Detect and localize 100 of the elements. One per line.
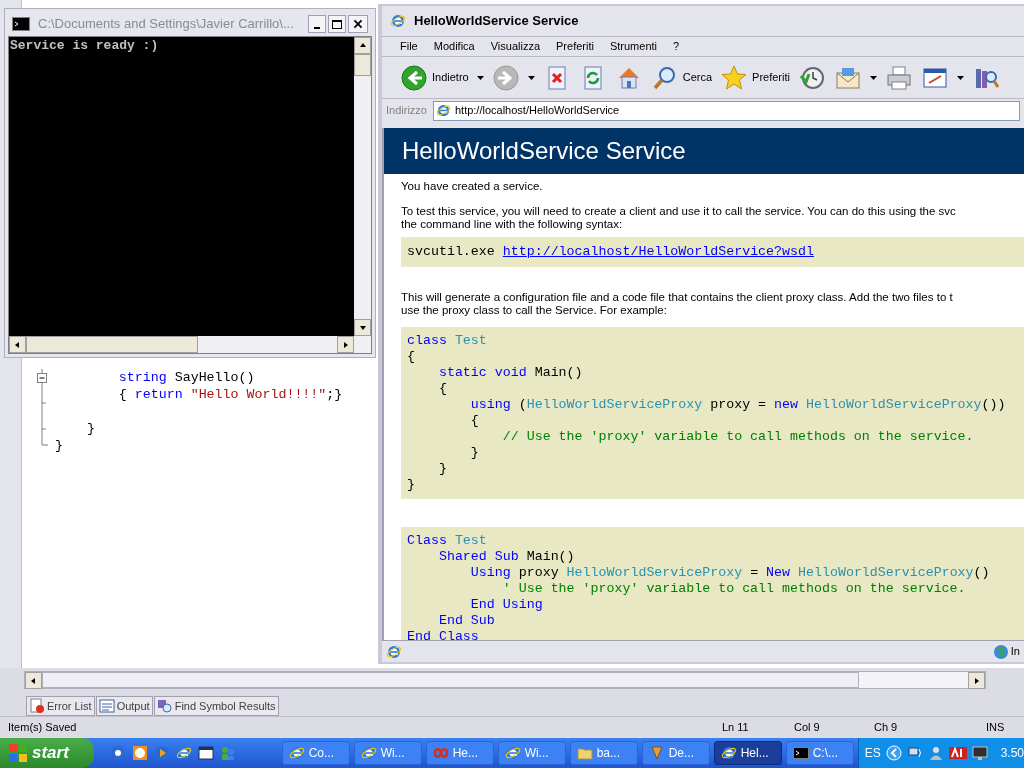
taskbar-button[interactable]: Wi... — [353, 741, 422, 765]
code-line: } — [437, 461, 447, 477]
code-line: using (HelloWorldServiceProxy proxy = new HelloWorldServiceProxy()) — [469, 397, 1006, 413]
toolbar-button[interactable]: Preferiti — [720, 63, 790, 92]
browser-icon — [386, 643, 402, 660]
taskbar-button[interactable]: He... — [425, 741, 494, 765]
wsdl-link[interactable]: http://localhost/HelloWorldService?wsdl — [502, 242, 814, 262]
app-icon[interactable] — [109, 745, 126, 761]
caret-icon[interactable] — [476, 75, 484, 80]
maximize-button[interactable] — [328, 15, 346, 33]
code-line: } — [85, 420, 95, 437]
scroll-thumb[interactable] — [42, 672, 859, 688]
monitor-icon[interactable] — [971, 745, 988, 761]
scroll-thumb[interactable] — [26, 336, 198, 353]
minimize-button[interactable] — [308, 15, 326, 33]
code-line: static void Main() — [437, 365, 583, 381]
console-icon — [12, 17, 30, 31]
code-line: { return "Hello World!!!!";} — [117, 386, 343, 403]
code-line: Using proxy HelloWorldServiceProxy = New HelloWorldServiceProxy() — [469, 565, 990, 581]
media-player-icon[interactable] — [153, 745, 170, 761]
panel-tab[interactable]: Error List — [26, 696, 95, 716]
browser-icon — [288, 745, 305, 761]
clock-icon[interactable] — [131, 745, 148, 761]
column-indicator: Col 9 — [794, 720, 821, 736]
chevron-left-icon[interactable] — [885, 745, 902, 761]
window-title: C:\Documents and Settings\Javier Carrillo\... — [38, 15, 295, 34]
scroll-right-button[interactable] — [968, 672, 985, 689]
scroll-thumb[interactable] — [354, 54, 371, 76]
taskbar-button[interactable]: De... — [641, 741, 710, 765]
triangle-arrow-icon — [29, 676, 38, 685]
char-indicator: Ch 9 — [874, 720, 899, 736]
star-icon[interactable] — [720, 63, 749, 92]
code-line: } — [469, 445, 479, 461]
caret-icon[interactable] — [956, 75, 964, 80]
close-icon[interactable] — [348, 15, 368, 33]
menu-item[interactable]: ? — [673, 38, 680, 55]
browser-icon — [390, 13, 406, 29]
toolbar-button[interactable]: Indietro — [400, 63, 484, 92]
triangle-arrow-icon — [972, 676, 981, 685]
triangle-arrow-icon — [13, 340, 22, 349]
clock: 3.50 — [1000, 745, 1024, 762]
person-icon[interactable] — [927, 745, 944, 761]
code-line: } — [55, 437, 63, 454]
find-symbol-icon — [156, 698, 173, 714]
taskbar-button[interactable]: Hel... — [713, 741, 782, 765]
zone-label: In — [1010, 644, 1020, 660]
code-line: class Test — [407, 333, 487, 349]
scroll-down-button[interactable] — [354, 319, 371, 336]
error-list-icon — [29, 698, 45, 714]
caret-icon[interactable] — [869, 75, 877, 80]
window-title: HelloWorldService Service — [414, 12, 579, 31]
taskbar-button[interactable]: Wi... — [497, 741, 566, 765]
infinity-icon — [432, 745, 449, 761]
address-field[interactable]: http://localhost/HelloWorldService — [432, 100, 1020, 121]
menu-item[interactable]: Strumenti — [609, 38, 657, 55]
scroll-left-button[interactable] — [25, 672, 42, 689]
horizontal-scrollbar[interactable] — [24, 671, 986, 689]
paragraph-line: the command line with the following syntax: — [401, 218, 623, 231]
browser-icon — [720, 745, 737, 761]
code-line: Shared Sub Main() — [437, 549, 575, 565]
panel-tab[interactable]: Output — [95, 696, 153, 716]
insert-mode-indicator: INS — [986, 720, 1005, 736]
paragraph-line: use the proxy class to call the Service. For example: — [401, 304, 667, 317]
paragraph-line: You have created a service. — [401, 180, 543, 193]
scroll-right-button[interactable] — [337, 336, 354, 353]
code-line: { — [469, 413, 479, 429]
graphics-driver-icon[interactable] — [948, 745, 967, 761]
taskbar-button[interactable]: ba... — [569, 741, 638, 765]
scroll-up-button[interactable] — [354, 37, 371, 54]
panel-tab[interactable]: Find Symbol Results — [153, 696, 279, 716]
scroll-left-button[interactable] — [9, 336, 26, 353]
menu-item[interactable]: File — [400, 38, 418, 55]
code-line: End Class — [407, 629, 479, 640]
code-line: End Using — [469, 597, 543, 613]
code-line: } — [407, 477, 415, 493]
code-line: // Use the 'proxy' variable to call methods on the service. — [501, 429, 974, 445]
toolbar-button[interactable]: Cerca — [650, 63, 713, 92]
code-line: { — [407, 349, 415, 365]
start-button[interactable]: start — [0, 738, 94, 768]
folder-icon — [576, 745, 593, 761]
code-line: string SayHello() — [117, 369, 255, 386]
menu-item[interactable]: Preferiti — [556, 38, 594, 55]
menu-item[interactable]: Modifica — [433, 38, 475, 55]
code-line: { — [437, 381, 447, 397]
taskbar-button[interactable]: Co... — [281, 741, 350, 765]
globe-icon — [992, 643, 1009, 660]
paragraph-line: To test this service, you will need to create a client and use it to call the service. You can do this using the svc — [401, 205, 956, 218]
browser-icon — [360, 745, 377, 761]
menu-item[interactable]: Visualizza — [490, 38, 541, 55]
vertical-scrollbar[interactable] — [354, 37, 371, 336]
console-icon — [792, 745, 809, 761]
taskbar-button[interactable]: C:\... — [785, 741, 854, 765]
address-label: Indirizzo — [386, 103, 427, 119]
console-text: Service is ready :) — [10, 38, 159, 53]
browser-icon — [504, 745, 521, 761]
output-icon — [98, 698, 115, 714]
command-text: svcutil.exe — [407, 243, 495, 262]
desktop-icon[interactable] — [197, 745, 214, 761]
toolbar-button[interactable] — [884, 63, 913, 92]
browser-icon — [175, 745, 192, 761]
